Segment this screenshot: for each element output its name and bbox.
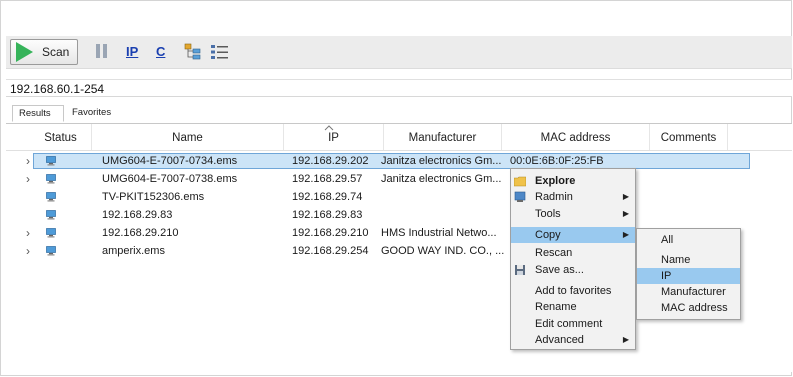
- host-computer-icon: [46, 192, 56, 202]
- expand-chevron-icon[interactable]: ›: [26, 153, 30, 169]
- ip-range-icon[interactable]: IP: [126, 43, 144, 61]
- submenu-item-all[interactable]: All: [637, 232, 740, 248]
- ip-range-input[interactable]: 192.168.60.1-254: [6, 79, 792, 97]
- table-row[interactable]: TV-PKIT152306.ems 192.168.29.74: [6, 189, 792, 205]
- submenu-item-label: IP: [661, 270, 672, 282]
- menu-item-copy[interactable]: Copy ▶: [511, 227, 635, 243]
- menu-item-radmin[interactable]: Radmin ▶: [511, 189, 635, 205]
- submenu-item-label: All: [661, 234, 674, 246]
- cell-name: UMG604-E-7007-0734.ems: [102, 155, 238, 167]
- menu-item-advanced[interactable]: Advanced ▶: [511, 332, 635, 348]
- floppy-disk-icon: [515, 265, 525, 275]
- toolbar: Scan IP C: [6, 36, 792, 69]
- cell-ip: 192.168.29.57: [292, 173, 363, 185]
- tab-bar: Results Favorites: [6, 103, 792, 124]
- menu-item-label: Tools: [535, 208, 561, 220]
- host-computer-icon: [46, 246, 56, 256]
- cell-ip: 192.168.29.210: [292, 227, 369, 239]
- submenu-arrow-icon: ▶: [622, 192, 629, 201]
- tab-results[interactable]: Results: [12, 105, 64, 122]
- menu-item-label: Rename: [535, 301, 577, 313]
- cell-manufacturer: Janitza electronics Gm...: [381, 155, 502, 167]
- menu-item-rescan[interactable]: Rescan: [511, 245, 635, 261]
- menu-item-tools[interactable]: Tools ▶: [511, 206, 635, 222]
- expand-chevron-icon[interactable]: ›: [26, 243, 30, 259]
- menu-item-label: Radmin: [535, 191, 573, 203]
- menu-item-label: Add to favorites: [535, 285, 612, 297]
- context-menu: Explore Radmin ▶ Tools ▶ Copy ▶ Rescan S…: [510, 168, 636, 350]
- scan-button[interactable]: Scan: [10, 39, 78, 65]
- menu-item-rename[interactable]: Rename: [511, 299, 635, 315]
- host-computer-icon: [46, 174, 56, 184]
- sort-ascending-icon: [324, 125, 334, 131]
- host-computer-icon: [46, 210, 56, 220]
- table-row[interactable]: 192.168.29.83 192.168.29.83: [6, 207, 792, 223]
- submenu-arrow-icon: ▶: [622, 335, 629, 344]
- menu-item-add-to-favorites[interactable]: Add to favorites: [511, 283, 635, 299]
- tab-favorites[interactable]: Favorites: [66, 105, 124, 122]
- scan-button-label: Scan: [42, 45, 70, 59]
- submenu-item-label: Manufacturer: [661, 286, 726, 298]
- cell-manufacturer: Janitza electronics Gm...: [381, 173, 502, 185]
- table-header: Status Name IP Manufacturer MAC address …: [6, 124, 792, 151]
- menu-item-label: Edit comment: [535, 318, 603, 330]
- table-row[interactable]: › UMG604-E-7007-0738.ems 192.168.29.57 Jani…: [6, 171, 792, 187]
- menu-item-label: Explore: [535, 175, 576, 187]
- cell-manufacturer: GOOD WAY IND. CO., ...: [381, 245, 505, 257]
- copy-submenu: All Name IP Manufacturer MAC address: [636, 228, 741, 320]
- cell-ip: 192.168.29.254: [292, 245, 369, 257]
- cell-mac-address: 00:0E:6B:0F:25:FB: [510, 155, 604, 167]
- menu-item-label: Copy: [535, 229, 561, 241]
- expand-chevron-icon[interactable]: ›: [26, 171, 30, 187]
- submenu-arrow-icon: ▶: [622, 209, 629, 218]
- menu-item-label: Advanced: [535, 334, 584, 346]
- cell-name: 192.168.29.83: [102, 209, 173, 221]
- cell-ip: 192.168.29.74: [292, 191, 363, 203]
- menu-item-label: Rescan: [535, 247, 573, 259]
- cell-name: 192.168.29.210: [102, 227, 179, 239]
- submenu-item-name[interactable]: Name: [637, 252, 740, 268]
- submenu-item-label: Name: [661, 254, 691, 266]
- column-comments[interactable]: Comments: [650, 124, 728, 150]
- menu-item-save-as[interactable]: Save as...: [511, 262, 635, 278]
- cell-name: TV-PKIT152306.ems: [102, 191, 205, 203]
- pause-icon[interactable]: [96, 43, 108, 61]
- class-c-icon[interactable]: C: [156, 43, 170, 61]
- cell-ip: 192.168.29.83: [292, 209, 363, 221]
- submenu-item-label: MAC address: [661, 302, 728, 314]
- host-computer-icon: [46, 228, 56, 238]
- cell-ip: 192.168.29.202: [292, 155, 369, 167]
- menu-item-explore[interactable]: Explore: [511, 173, 635, 189]
- column-manufacturer[interactable]: Manufacturer: [384, 124, 502, 150]
- host-computer-icon: [46, 156, 56, 166]
- column-status[interactable]: Status: [30, 124, 92, 150]
- table-row[interactable]: › UMG604-E-7007-0734.ems 192.168.29.202 Jan…: [6, 153, 792, 169]
- cell-name: amperix.ems: [102, 245, 165, 257]
- submenu-item-ip[interactable]: IP: [637, 268, 740, 284]
- expand-chevron-icon[interactable]: ›: [26, 225, 30, 241]
- cell-name: UMG604-E-7007-0738.ems: [102, 173, 238, 185]
- radmin-icon: [514, 191, 526, 202]
- column-name[interactable]: Name: [92, 124, 284, 150]
- submenu-item-manufacturer[interactable]: Manufacturer: [637, 284, 740, 300]
- column-ip[interactable]: IP: [284, 124, 384, 150]
- cell-manufacturer: HMS Industrial Netwo...: [381, 227, 497, 239]
- submenu-item-mac-address[interactable]: MAC address: [637, 300, 740, 316]
- folder-icon: [514, 176, 526, 187]
- details-view-icon[interactable]: [210, 43, 230, 61]
- play-icon: [16, 42, 33, 62]
- menu-item-edit-comment[interactable]: Edit comment: [511, 316, 635, 332]
- column-mac-address[interactable]: MAC address: [502, 124, 650, 150]
- menu-item-label: Save as...: [535, 264, 584, 276]
- submenu-arrow-icon: ▶: [622, 230, 629, 239]
- tree-view-icon[interactable]: [184, 43, 202, 61]
